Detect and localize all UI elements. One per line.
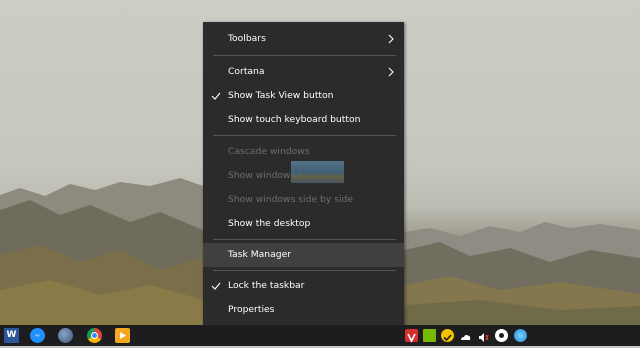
menu-item-show-desktop[interactable]: Show the desktop [203, 212, 404, 236]
menu-item-properties[interactable]: Properties [203, 298, 404, 322]
menu-item-label: Show the desktop [228, 218, 311, 229]
network-icon[interactable] [514, 329, 527, 342]
play-icon [120, 332, 126, 339]
word-icon[interactable]: W [4, 328, 19, 343]
chrome-icon[interactable] [87, 328, 102, 343]
vivaldi-v-icon [407, 333, 416, 343]
menu-separator [213, 239, 396, 240]
menu-item-show-task-view[interactable]: Show Task View button [203, 84, 404, 108]
chrome-center-icon [91, 332, 98, 339]
norton-icon[interactable] [441, 329, 454, 342]
menu-item-lock-taskbar[interactable]: Lock the taskbar [203, 274, 404, 298]
checkmark-icon [211, 282, 221, 290]
menu-item-cortana[interactable]: Cortana [203, 60, 404, 84]
messenger-icon[interactable] [30, 328, 45, 343]
speaker-icon [479, 333, 489, 342]
norton-check-icon [443, 334, 452, 342]
menu-item-label: Show windows side by side [228, 194, 354, 205]
onedrive-icon[interactable] [459, 329, 472, 342]
taskbar: W [0, 325, 640, 346]
media-player-icon[interactable] [115, 328, 130, 343]
menu-item-label: Cortana [228, 66, 265, 77]
menu-item-toolbars[interactable]: Toolbars [203, 27, 404, 51]
cloud-icon [461, 335, 471, 340]
vivaldi-icon[interactable] [405, 329, 418, 343]
checkmark-icon [211, 92, 221, 100]
menu-item-label: Task Manager [228, 249, 292, 260]
chevron-right-icon [388, 34, 394, 44]
menu-item-label: Show touch keyboard button [228, 114, 361, 125]
menu-item-label: Properties [228, 304, 275, 315]
menu-item-show-touch-keyboard[interactable]: Show touch keyboard button [203, 108, 404, 132]
menu-separator [213, 135, 396, 136]
menu-item-label: Lock the taskbar [228, 280, 305, 291]
menu-item-show-windows-side-by-side: Show windows side by side [203, 188, 404, 212]
volume-icon[interactable] [477, 329, 490, 342]
menu-item-task-manager[interactable]: Task Manager [203, 243, 404, 267]
chevron-right-icon [388, 67, 394, 77]
nvidia-icon[interactable] [423, 329, 436, 342]
messenger-bolt-icon [34, 333, 41, 337]
window-preview-thumbnail [291, 161, 344, 183]
steam-icon[interactable] [495, 329, 508, 342]
menu-separator [213, 55, 396, 56]
menu-item-label: Toolbars [228, 33, 266, 44]
menu-separator [213, 270, 396, 271]
steam-dot-icon [499, 333, 504, 338]
globe-icon[interactable] [58, 328, 73, 343]
menu-item-label: Show Task View button [228, 90, 334, 101]
